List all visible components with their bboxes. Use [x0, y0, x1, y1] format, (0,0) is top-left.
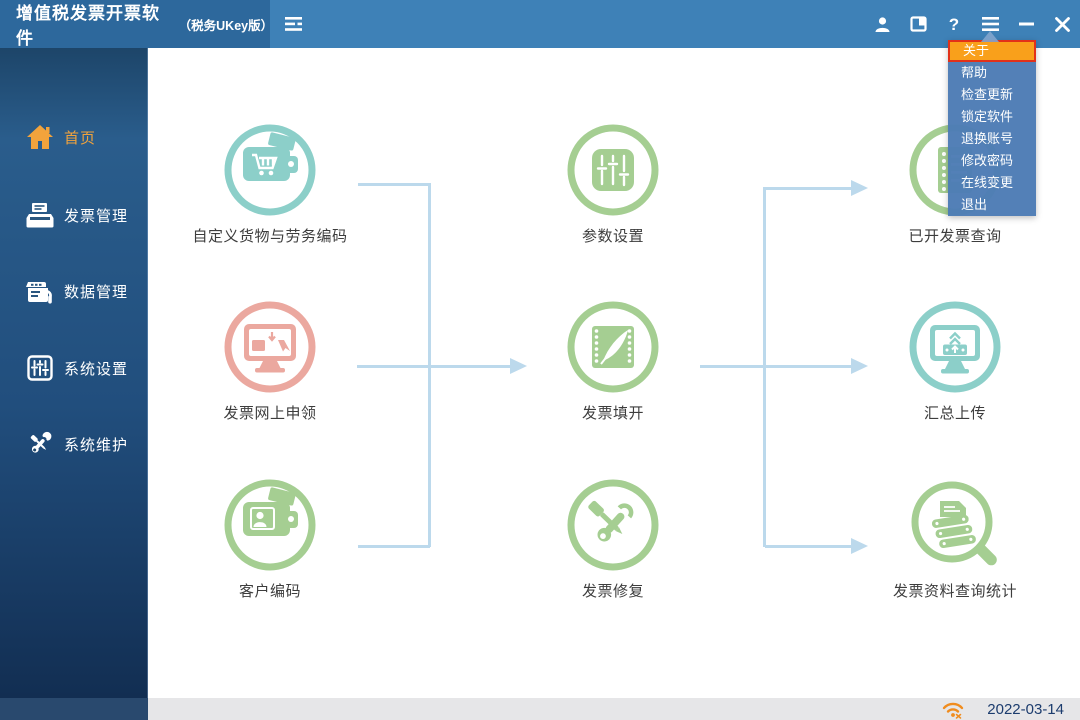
invoice-manage-icon: [26, 201, 54, 229]
flow-line: [765, 545, 851, 548]
feature-label: 发票资料查询统计: [845, 580, 1065, 601]
feature-online-apply[interactable]: 发票网上申领: [160, 299, 380, 423]
menu-item-help[interactable]: 帮助: [948, 62, 1036, 84]
feature-label: 汇总上传: [845, 402, 1065, 423]
feature-label: 已开发票查询: [845, 225, 1065, 246]
feature-invoice-repair[interactable]: 发票修复: [503, 477, 723, 601]
dropdown-notch: [981, 31, 999, 42]
feature-label: 自定义货物与劳务编码: [160, 225, 380, 246]
collapse-sidebar-icon[interactable]: [283, 16, 305, 32]
goods-code-icon: [222, 122, 318, 218]
menu-item-lock-software[interactable]: 锁定软件: [948, 106, 1036, 128]
menu-item-about[interactable]: 关于: [948, 40, 1036, 62]
sidebar-item-label: 发票管理: [64, 205, 128, 226]
sidebar-item-label: 数据管理: [64, 281, 128, 302]
invoice-fill-icon: [565, 299, 661, 395]
invoice-repair-icon: [565, 477, 661, 573]
system-maintain-icon: [26, 430, 54, 458]
sidebar: 首页 发票管理: [0, 48, 148, 698]
sidebar-item-label: 首页: [64, 127, 96, 148]
feature-customer-code[interactable]: 客户编码: [160, 477, 380, 601]
wifi-disconnected-icon[interactable]: [941, 700, 965, 719]
param-settings-icon: [565, 122, 661, 218]
sidebar-item-system-maintain[interactable]: 系统维护: [0, 422, 148, 466]
feature-label: 发票网上申领: [160, 402, 380, 423]
feature-invoice-fill[interactable]: 发票填开: [503, 299, 723, 423]
app-subtitle: （税务UKey版）: [179, 15, 270, 34]
feature-summary-upload[interactable]: 汇总上传: [845, 299, 1065, 423]
dropdown-menu: 关于 帮助 检查更新 锁定软件 退换账号 修改密码 在线变更 退出: [948, 40, 1036, 216]
close-icon[interactable]: [1044, 0, 1080, 48]
titlebar-brand: 增值税发票开票软件 （税务UKey版）: [0, 0, 270, 48]
home-icon: [26, 123, 54, 151]
app-title: 增值税发票开票软件: [16, 0, 173, 49]
user-icon[interactable]: [864, 0, 900, 48]
online-apply-icon: [222, 299, 318, 395]
sidebar-item-invoice-manage[interactable]: 发票管理: [0, 193, 148, 237]
sidebar-item-system-settings[interactable]: 系统设置: [0, 346, 148, 390]
menu-item-change-password[interactable]: 修改密码: [948, 150, 1036, 172]
invoice-stats-icon: [907, 477, 1003, 573]
sidebar-item-label: 系统设置: [64, 358, 128, 379]
sidebar-item-home[interactable]: 首页: [0, 115, 148, 159]
titlebar: 增值税发票开票软件 （税务UKey版）: [0, 0, 1080, 48]
flow-line: [765, 187, 851, 190]
menu-item-check-update[interactable]: 检查更新: [948, 84, 1036, 106]
statusbar: 2022-03-14: [0, 698, 1080, 720]
customer-code-icon: [222, 477, 318, 573]
sidebar-item-data-manage[interactable]: 数据管理: [0, 269, 148, 313]
summary-upload-icon: [907, 299, 1003, 395]
feature-label: 发票修复: [503, 580, 723, 601]
sidebar-item-label: 系统维护: [64, 434, 128, 455]
feature-invoice-stats[interactable]: 发票资料查询统计: [845, 477, 1065, 601]
panel-icon[interactable]: [900, 0, 936, 48]
status-date: 2022-03-14: [987, 701, 1064, 718]
feature-goods-code[interactable]: 自定义货物与劳务编码: [160, 122, 380, 246]
menu-item-online-change[interactable]: 在线变更: [948, 172, 1036, 194]
svg-text:?: ?: [949, 15, 959, 33]
menu-item-switch-account[interactable]: 退换账号: [948, 128, 1036, 150]
data-manage-icon: [26, 277, 54, 305]
feature-label: 发票填开: [503, 402, 723, 423]
flow-line: [763, 187, 766, 547]
feature-label: 参数设置: [503, 225, 723, 246]
system-settings-icon: [26, 354, 54, 382]
feature-label: 客户编码: [160, 580, 380, 601]
menu-item-exit[interactable]: 退出: [948, 194, 1036, 216]
app-window: 增值税发票开票软件 （税务UKey版）: [0, 0, 1080, 720]
feature-param-settings[interactable]: 参数设置: [503, 122, 723, 246]
statusbar-left-panel: [0, 698, 148, 720]
